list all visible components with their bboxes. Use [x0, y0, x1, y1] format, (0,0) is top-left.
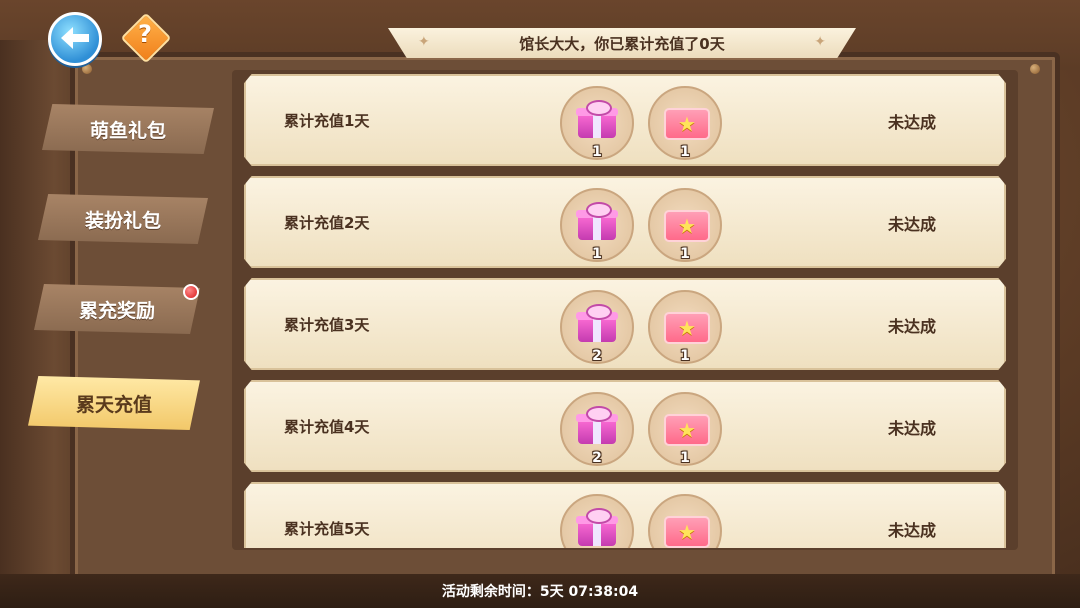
reward-count: 2 — [592, 450, 602, 466]
tab-label: 累天充值 — [75, 393, 152, 416]
reward-count: 2 — [592, 348, 602, 364]
gift-box-icon — [576, 304, 618, 342]
gift-box-icon — [576, 202, 618, 240]
sparkle-icon: ✦ — [814, 34, 826, 50]
list-item: 累计充值5天 2 ★ 1 未达成 — [244, 482, 1006, 548]
tab-label: 累充奖励 — [78, 299, 155, 322]
reward-count: 1 — [592, 246, 602, 262]
reward-count: 1 — [680, 246, 690, 262]
gift-box-icon — [576, 100, 618, 138]
row-label: 累计充值5天 — [284, 520, 370, 538]
status-label: 未达成 — [887, 419, 936, 438]
star-ticket-icon: ★ — [664, 414, 710, 446]
tab-label: 装扮礼包 — [84, 209, 161, 232]
list-item: 累计充值3天 2 ★ 1 未达成 — [244, 278, 1006, 370]
tab-label: 萌鱼礼包 — [89, 119, 166, 142]
reward-gift[interactable]: 2 — [560, 392, 634, 466]
star-ticket-icon: ★ — [664, 312, 710, 344]
tab-daily-recharge[interactable]: 累天充值 — [28, 376, 200, 430]
reward-list[interactable]: 累计充值1天 1 ★ 1 未达成 累计充值2天 1 ★ 1 未达成 累计充值3天 — [244, 74, 1006, 548]
remaining-time-text: 活动剩余时间：5天 07:38:04 — [441, 584, 639, 600]
question-mark-icon: ? — [138, 20, 152, 48]
reward-gift[interactable]: 1 — [560, 188, 634, 262]
row-label: 累计充值1天 — [284, 112, 370, 130]
reward-ticket[interactable]: ★ 1 — [648, 188, 722, 262]
tab-mengyu-gift[interactable]: 萌鱼礼包 — [42, 104, 214, 154]
activity-timer-bar: 活动剩余时间：5天 07:38:04 — [0, 574, 1080, 608]
reward-ticket[interactable]: ★ 1 — [648, 86, 722, 160]
row-label: 累计充值4天 — [284, 418, 370, 436]
star-ticket-icon: ★ — [664, 516, 710, 548]
star-ticket-icon: ★ — [664, 210, 710, 242]
gift-box-icon — [576, 406, 618, 444]
reward-gift[interactable]: 1 — [560, 86, 634, 160]
list-item: 累计充值4天 2 ★ 1 未达成 — [244, 380, 1006, 472]
sparkle-icon: ✦ — [418, 34, 430, 50]
reward-gift[interactable]: 2 — [560, 290, 634, 364]
reward-gift[interactable]: 2 — [560, 494, 634, 548]
row-label: 累计充值2天 — [284, 214, 370, 232]
reward-ticket[interactable]: ★ 1 — [648, 494, 722, 548]
list-item: 累计充值1天 1 ★ 1 未达成 — [244, 74, 1006, 166]
status-label: 未达成 — [887, 215, 936, 234]
tab-cumulative-reward[interactable]: 累充奖励 — [34, 284, 200, 334]
banner-text: 馆长大大，你已累计充值了0天 — [519, 34, 725, 53]
reward-count: 1 — [680, 144, 690, 160]
status-label: 未达成 — [887, 317, 936, 336]
reward-count: 1 — [680, 450, 690, 466]
notification-dot-icon — [183, 284, 199, 300]
recharge-days-banner: ✦ 馆长大大，你已累计充值了0天 ✦ — [388, 28, 856, 58]
reward-ticket[interactable]: ★ 1 — [648, 392, 722, 466]
back-button[interactable] — [48, 12, 102, 66]
nail-icon — [1030, 64, 1040, 74]
list-item: 累计充值2天 1 ★ 1 未达成 — [244, 176, 1006, 268]
status-label: 未达成 — [887, 113, 936, 132]
tab-dressup-gift[interactable]: 装扮礼包 — [38, 194, 208, 244]
reward-count: 1 — [680, 348, 690, 364]
nail-icon — [82, 64, 92, 74]
star-ticket-icon: ★ — [664, 108, 710, 140]
status-label: 未达成 — [887, 521, 936, 540]
reward-ticket[interactable]: ★ 1 — [648, 290, 722, 364]
help-button[interactable]: ? — [120, 12, 172, 64]
gift-box-icon — [576, 508, 618, 546]
reward-count: 1 — [592, 144, 602, 160]
back-arrow-icon — [61, 27, 89, 49]
row-label: 累计充值3天 — [284, 316, 370, 334]
